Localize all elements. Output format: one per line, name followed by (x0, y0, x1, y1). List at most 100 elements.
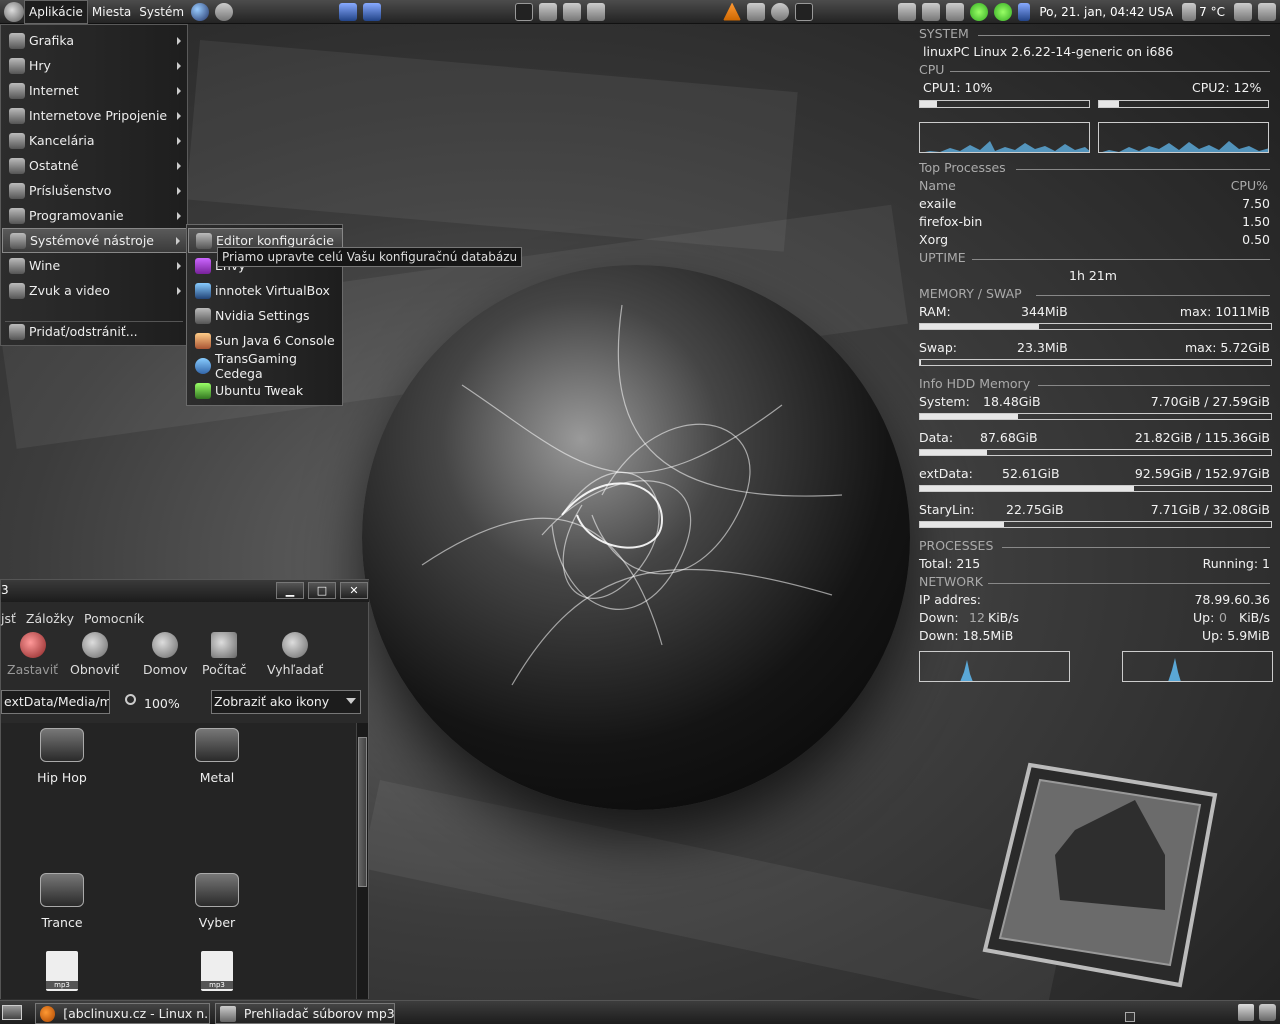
folder-item[interactable]: Trance (22, 873, 102, 930)
location-field[interactable]: extData/Media/mp3 (1, 690, 110, 714)
menu-item-hry[interactable]: Hry (2, 53, 187, 78)
trash-icon[interactable] (1238, 1004, 1254, 1021)
menu-item-grafika[interactable]: Grafika (2, 28, 187, 53)
submenu-item-java-console[interactable]: Sun Java 6 Console (188, 328, 343, 353)
graphics-icon (9, 32, 25, 49)
menu-go[interactable]: jsť (1, 608, 16, 630)
firefox-launcher-icon[interactable] (191, 2, 210, 21)
menu-help[interactable]: Pomocník (84, 608, 144, 630)
disk-name: extData: (919, 466, 973, 481)
submenu-arrow-icon (177, 261, 181, 270)
folder-item[interactable]: Metal (177, 728, 257, 785)
maximize-button[interactable]: □ (308, 582, 336, 599)
disk-name: Data: (919, 430, 954, 445)
panel-clock[interactable]: Po, 21. jan, 04:42 USA (1039, 5, 1173, 19)
close-button[interactable]: ✕ (340, 582, 368, 599)
menu-system[interactable]: Systém (135, 1, 188, 23)
reload-button[interactable]: Obnoviť (70, 632, 119, 677)
taskbar-item-firefox[interactable]: [abclinuxu.cz - Linux n... (35, 1003, 210, 1024)
zoom-out-icon[interactable] (125, 694, 136, 705)
play-status-icon[interactable] (970, 2, 989, 21)
screenshot-launcher-icon[interactable] (539, 2, 558, 21)
save-launcher-icon[interactable] (363, 2, 382, 21)
workspace-icon[interactable] (1258, 2, 1276, 21)
add-remove-icon (9, 323, 25, 340)
menu-item-internetove-pripojenie[interactable]: Internetove Pripojenie (2, 103, 187, 128)
vlc-launcher-icon[interactable] (723, 2, 742, 21)
cube-launcher-icon[interactable] (339, 2, 358, 21)
menu-item-systemove-nastroje[interactable]: Systémové nástroje (2, 228, 187, 253)
submenu-arrow-icon (177, 61, 181, 70)
submenu-item-ubuntu-tweak[interactable]: Ubuntu Tweak (188, 378, 343, 403)
home-folder-icon (982, 762, 1218, 988)
disk-bar (919, 449, 1272, 456)
menu-item-wine[interactable]: Wine (2, 253, 187, 278)
swap-label: Swap: (919, 340, 957, 355)
menu-item-pridat-odstranit[interactable]: Pridať/odstrániť... (2, 319, 187, 344)
network-icon[interactable] (1259, 1004, 1276, 1021)
minimize-button[interactable]: ▁ (276, 582, 304, 599)
audio-file-icon: mp3 (46, 951, 78, 991)
section-divider (1002, 547, 1270, 548)
drive-launcher-icon[interactable] (563, 2, 582, 21)
vertical-scrollbar[interactable] (356, 723, 368, 999)
files-launcher-icon[interactable] (587, 2, 606, 21)
launcher-icon[interactable] (795, 2, 814, 21)
menu-item-programovanie[interactable]: Programovanie (2, 203, 187, 228)
taskbar-item-file-browser[interactable]: Prehliadač súborov mp3 (215, 1003, 395, 1024)
sound-video-icon (9, 282, 25, 299)
mp3-file-item[interactable]: mp3 (22, 951, 102, 991)
folder-item[interactable]: Vyber (177, 873, 257, 930)
ip-label: IP addres: (919, 592, 982, 607)
window-titlebar[interactable]: 3 ▁ □ ✕ (1, 580, 369, 602)
zoom-level[interactable]: 100% (144, 696, 180, 711)
submenu-item-nvidia-settings[interactable]: Nvidia Settings (188, 303, 343, 328)
system-tools-icon (10, 232, 26, 249)
play-launcher-icon[interactable] (771, 2, 790, 21)
launcher-icon[interactable] (215, 2, 234, 21)
media-pause-icon[interactable] (922, 2, 941, 21)
computer-button[interactable]: Počítač (202, 632, 247, 677)
folder-item[interactable]: Hip Hop (22, 728, 102, 785)
logout-icon[interactable] (1234, 2, 1252, 21)
ram-max: max: 1011MiB (1179, 304, 1270, 319)
menu-item-ostatne[interactable]: Ostatné (2, 153, 187, 178)
menu-item-prislusenstvo[interactable]: Príslušenstvo (2, 178, 187, 203)
process-name-header: Name (919, 178, 956, 193)
home-button[interactable]: Domov (143, 632, 188, 677)
scrollbar-thumb[interactable] (358, 737, 367, 887)
volume-icon[interactable] (1018, 2, 1031, 21)
menu-item-zvuk-a-video[interactable]: Zvuk a video (2, 278, 187, 303)
file-icon-view: Hip Hop Metal Trance Vyber mp3 mp3 (1, 723, 356, 999)
submenu-item-virtualbox[interactable]: innotek VirtualBox (188, 278, 343, 303)
section-divider (1036, 295, 1270, 296)
cpu1-bar (919, 100, 1090, 108)
menu-item-internet[interactable]: Internet (2, 78, 187, 103)
disk-bar (919, 485, 1272, 492)
java-icon (195, 332, 211, 349)
uptime-heading: UPTIME (919, 250, 966, 265)
view-mode-select[interactable]: Zobraziť ako ikony (211, 690, 361, 714)
network-status-icon[interactable] (994, 2, 1013, 21)
mp3-file-item[interactable]: mp3 (177, 951, 257, 991)
monitor-launcher-icon[interactable] (747, 2, 766, 21)
computer-icon (211, 632, 238, 658)
menu-places[interactable]: Miesta (88, 1, 135, 23)
weather-temperature[interactable]: 7 °C (1199, 5, 1225, 19)
search-button[interactable]: Vyhľadať (267, 632, 323, 677)
processes-heading: PROCESSES (919, 538, 994, 553)
audio-file-icon: mp3 (201, 951, 233, 991)
ubuntu-logo-icon[interactable] (4, 1, 24, 22)
workspace-switcher[interactable] (1125, 1012, 1135, 1022)
menu-bookmarks[interactable]: Záložky (26, 608, 74, 630)
folder-icon (195, 728, 239, 762)
show-desktop-icon[interactable] (2, 1005, 22, 1020)
menu-item-kancelaria[interactable]: Kancelária (2, 128, 187, 153)
home-icon (152, 632, 179, 658)
media-prev-icon[interactable] (898, 2, 917, 21)
media-next-icon[interactable] (946, 2, 965, 21)
menu-applications[interactable]: Aplikácie (24, 0, 88, 24)
terminal-launcher-icon[interactable] (515, 2, 534, 21)
stop-button[interactable]: Zastaviť (7, 632, 58, 677)
submenu-item-cedega[interactable]: TransGaming Cedega (188, 351, 343, 381)
